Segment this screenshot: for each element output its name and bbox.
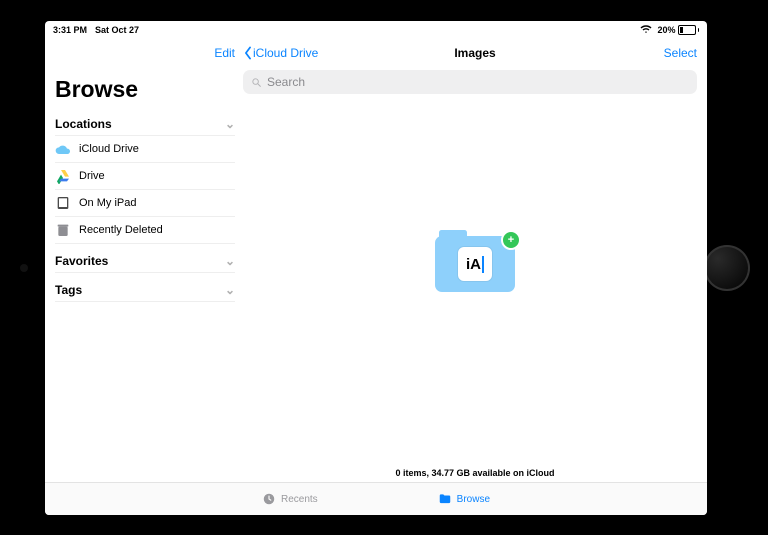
chevron-down-icon: ⌄ [225,283,235,297]
section-tags[interactable]: Tags ⌄ [55,279,235,302]
screen: 3:31 PM Sat Oct 27 20% Edit iCloud Drive [45,21,707,515]
tab-browse-label: Browse [457,494,490,505]
status-time: 3:31 PM [53,25,87,35]
storage-info: 0 items, 34.77 GB available on iCloud [243,464,707,482]
sidebar-item-icloud[interactable]: iCloud Drive [55,136,235,163]
content-stage[interactable]: + iA [243,94,707,464]
gdrive-icon [55,168,71,184]
sidebar-item-recentlydeleted[interactable]: Recently Deleted [55,217,235,244]
battery-pct: 20% [657,25,675,35]
edit-button[interactable]: Edit [214,46,235,60]
clock-icon [262,492,276,506]
chevron-down-icon: ⌄ [225,254,235,268]
back-label: iCloud Drive [253,46,318,60]
wifi-icon [640,25,652,36]
section-favorites-label: Favorites [55,254,108,268]
section-favorites[interactable]: Favorites ⌄ [55,250,235,273]
section-locations[interactable]: Locations ⌄ [55,113,235,136]
sidebar-item-label: iCloud Drive [79,143,139,155]
app-icon-ia: iA [458,247,492,281]
sidebar-item-label: Recently Deleted [79,224,163,236]
sidebar-item-label: Drive [79,170,105,182]
camera-dot [20,264,28,272]
search-placeholder: Search [267,75,305,89]
sidebar-title: Browse [55,76,235,103]
plus-badge-icon: + [501,230,521,250]
home-button[interactable] [704,245,750,291]
nav-header: Edit iCloud Drive Images Select [45,38,707,68]
folder-name-text: iA [466,256,484,273]
dragged-folder[interactable]: + iA [435,236,515,292]
chevron-left-icon [243,46,253,60]
icloud-icon [55,141,71,157]
sidebar-item-label: On My iPad [79,197,136,209]
status-date: Sat Oct 27 [95,25,139,35]
tab-browse[interactable]: Browse [438,492,490,506]
tab-recents-label: Recents [281,494,318,505]
chevron-down-icon: ⌄ [225,117,235,131]
folder-icon [438,492,452,506]
sidebar: Browse Locations ⌄ iCloud Drive Drive On… [45,68,243,482]
search-icon [251,77,262,88]
tab-bar: Recents Browse [45,482,707,515]
select-button[interactable]: Select [664,46,707,60]
section-locations-label: Locations [55,117,112,131]
ipad-device: 3:31 PM Sat Oct 27 20% Edit iCloud Drive [0,0,768,535]
section-tags-label: Tags [55,283,82,297]
status-bar: 3:31 PM Sat Oct 27 20% [45,21,707,38]
tab-recents[interactable]: Recents [262,492,318,506]
main-panel: Search + iA 0 items, 34.77 GB available [243,68,707,482]
sidebar-item-drive[interactable]: Drive [55,163,235,190]
ipad-icon [55,195,71,211]
battery-indicator: 20% [657,25,699,35]
search-input[interactable]: Search [243,70,697,94]
back-button[interactable]: iCloud Drive [243,46,318,60]
sidebar-item-onmyipad[interactable]: On My iPad [55,190,235,217]
trash-icon [55,222,71,238]
